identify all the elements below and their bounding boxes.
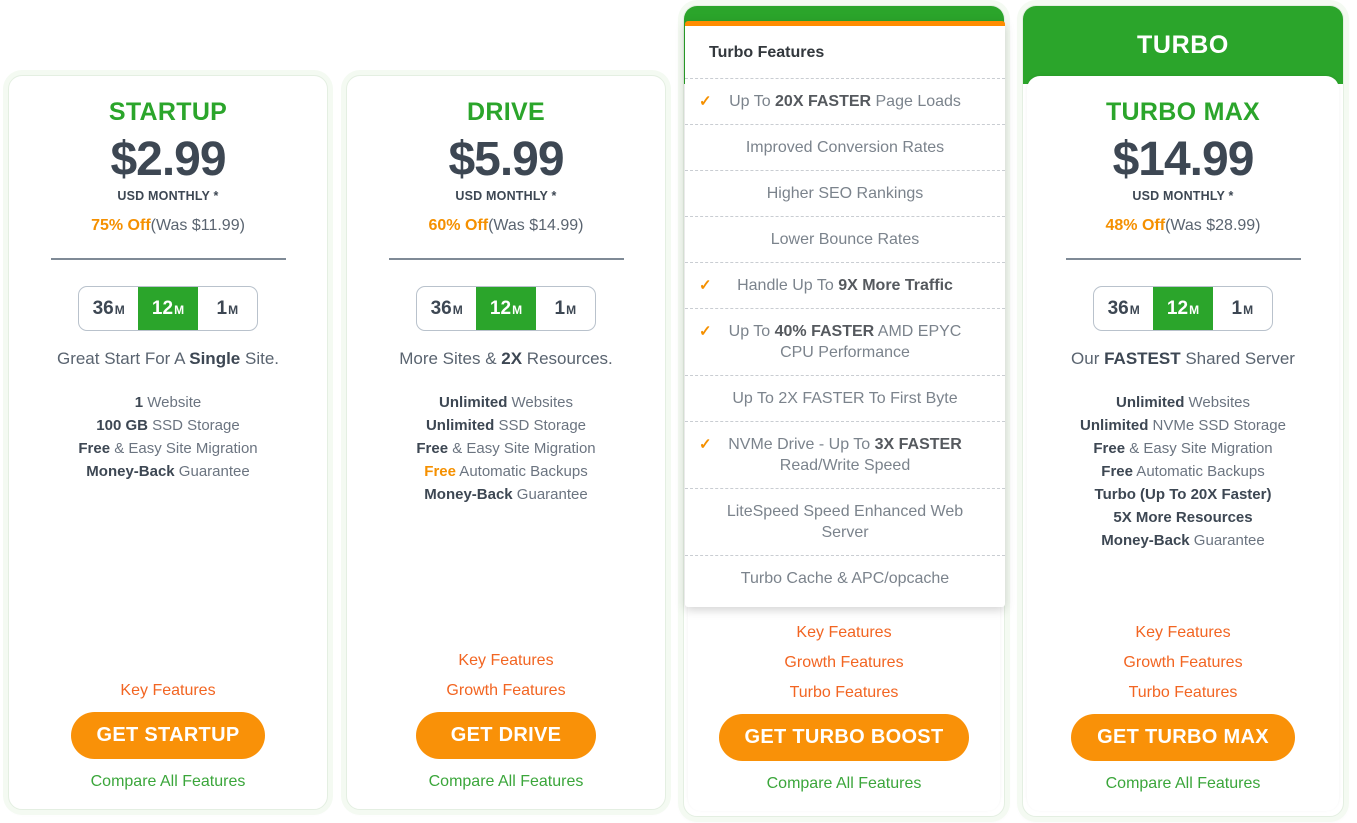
check-icon: ✓ bbox=[699, 277, 712, 294]
cta-button-startup[interactable]: GET STARTUP bbox=[70, 712, 266, 759]
plan-feature-item: 1 Website bbox=[134, 394, 202, 412]
term-toggle-drive[interactable]: 36 M 12 M 1 M bbox=[416, 286, 596, 332]
check-icon: ✓ bbox=[699, 323, 712, 340]
link-key-features-startup[interactable]: Key Features bbox=[9, 682, 327, 700]
tooltip-feature-item: Up To 2X FASTER To First Byte bbox=[685, 375, 1005, 421]
plan-divider-startup bbox=[50, 258, 286, 261]
term-option-12m-drive[interactable]: 12 M bbox=[476, 287, 536, 331]
tooltip-feature-item: ✓ Up To 20X FASTER Page Loads bbox=[685, 78, 1005, 124]
plan-feature-item: 100 GB SSD Storage bbox=[96, 417, 240, 435]
compare-all-features-turbo-max[interactable]: Compare All Features bbox=[1027, 775, 1339, 793]
plan-feature-item: Unlimited SSD Storage bbox=[425, 417, 587, 435]
cta-button-drive[interactable]: GET DRIVE bbox=[416, 712, 596, 759]
tooltip-title: Turbo Features bbox=[709, 44, 825, 61]
link-growth-features-drive[interactable]: Growth Features bbox=[347, 682, 665, 700]
link-growth-features-turbo-max[interactable]: Growth Features bbox=[1027, 654, 1339, 672]
plan-feature-item: Money-Back Guarantee bbox=[1101, 532, 1265, 550]
plan-price-unit-turbo-max: USD MONTHLY * bbox=[1132, 189, 1234, 204]
plan-discount-startup: 75% Off(Was $11.99) bbox=[91, 217, 245, 235]
plan-divider-drive bbox=[388, 258, 624, 261]
plan-ribbon-turbo-max: TURBO bbox=[1023, 6, 1343, 84]
plan-feature-list-turbo-max: Unlimited Websites Unlimited NVMe SSD Sto… bbox=[1039, 391, 1327, 552]
plan-feature-item: Money-Back Guarantee bbox=[424, 486, 588, 504]
tooltip-feature-item: LiteSpeed Speed Enhanced Web Server bbox=[685, 488, 1005, 555]
term-option-12m-startup[interactable]: 12 M bbox=[138, 287, 198, 331]
term-option-12m-turbo-max[interactable]: 12 M bbox=[1153, 287, 1213, 331]
plan-name-startup: STARTUP bbox=[108, 98, 228, 126]
plan-card-turbo-max: TURBO TURBO MAX $14.99 USD MONTHLY * 48% Off… bbox=[1022, 5, 1344, 817]
tooltip-feature-item: ✓ Up To 40% FASTER AMD EPYC CPU Performan… bbox=[685, 308, 1005, 375]
plan-feature-item: Turbo (Up To 20X Faster) bbox=[1094, 486, 1272, 504]
term-option-36m-turbo-max[interactable]: 36 M bbox=[1094, 287, 1153, 330]
check-icon: ✓ bbox=[699, 436, 712, 453]
plan-card-startup: STARTUP $2.99 USD MONTHLY * 75% Off(Was $11… bbox=[8, 75, 328, 810]
turbo-features-tooltip: Turbo Features ✓ Up To 20X FASTER Page Lo… bbox=[685, 21, 1005, 607]
plan-price-drive: $5.99 bbox=[448, 133, 564, 186]
cta-button-turbo-boost[interactable]: GET TURBO BOOST bbox=[718, 714, 970, 761]
plan-bottom-turbo-max: Key Features Growth Features Turbo Feature… bbox=[1027, 624, 1339, 793]
tooltip-feature-item: ✓ Handle Up To 9X More Traffic bbox=[685, 262, 1005, 308]
term-toggle-turbo-max[interactable]: 36 M 12 M 1 M bbox=[1093, 286, 1273, 332]
link-turbo-features-turbo-boost[interactable]: Turbo Features bbox=[688, 684, 1000, 702]
term-option-1m-drive[interactable]: 1M bbox=[536, 287, 595, 330]
term-option-1m-turbo-max[interactable]: 1M bbox=[1213, 287, 1272, 330]
compare-all-features-drive[interactable]: Compare All Features bbox=[347, 773, 665, 791]
compare-all-features-startup[interactable]: Compare All Features bbox=[9, 773, 327, 791]
term-toggle-startup[interactable]: 36 M 12 M 1 M bbox=[78, 286, 258, 332]
plan-feature-item: Free & Easy Site Migration bbox=[416, 440, 596, 458]
plan-bottom-turbo-boost: Key Features Growth Features Turbo Feature… bbox=[688, 624, 1000, 793]
plan-feature-item: Free & Easy Site Migration bbox=[1093, 440, 1273, 458]
plan-feature-item: Unlimited NVMe SSD Storage bbox=[1080, 417, 1286, 435]
check-icon: ✓ bbox=[699, 93, 712, 110]
plan-feature-list-drive: Unlimited Websites Unlimited SSD Storage F… bbox=[363, 391, 649, 506]
plan-tagline-startup: Great Start For A Single Site. bbox=[56, 349, 280, 369]
plan-feature-item: Free Automatic Backups bbox=[424, 463, 588, 481]
tooltip-feature-item: Lower Bounce Rates bbox=[685, 216, 1005, 262]
plan-bottom-startup: Key Features GET STARTUP Compare All Featu… bbox=[9, 682, 327, 791]
tooltip-feature-list: ✓ Up To 20X FASTER Page Loads Improved Con… bbox=[685, 78, 1005, 601]
plan-feature-list-startup: 1 Website 100 GB SSD Storage Free & Easy S… bbox=[25, 391, 311, 483]
plan-feature-item: Unlimited Websites bbox=[1116, 394, 1250, 412]
plan-feature-item: Free & Easy Site Migration bbox=[78, 440, 258, 458]
compare-all-features-turbo-boost[interactable]: Compare All Features bbox=[688, 775, 1000, 793]
link-key-features-turbo-max[interactable]: Key Features bbox=[1027, 624, 1339, 642]
plan-body-turbo-max: TURBO MAX $14.99 USD MONTHLY * 48% Off(Was … bbox=[1027, 76, 1339, 811]
plan-price-turbo-max: $14.99 bbox=[1112, 133, 1255, 186]
plan-tagline-turbo-max: Our FASTEST Shared Server bbox=[1071, 349, 1295, 369]
tooltip-feature-item: Turbo Cache & APC/opcache bbox=[685, 555, 1005, 601]
term-option-36m-startup[interactable]: 36 M bbox=[79, 287, 138, 330]
tooltip-feature-item: ✓ NVMe Drive - Up To 3X FASTER Read/Write… bbox=[685, 421, 1005, 488]
plan-name-turbo-max: TURBO MAX bbox=[1105, 98, 1261, 126]
plan-price-startup: $2.99 bbox=[110, 133, 226, 186]
link-growth-features-turbo-boost[interactable]: Growth Features bbox=[688, 654, 1000, 672]
plan-feature-item: 5X More Resources bbox=[1113, 509, 1253, 527]
pricing-plans-row: STARTUP $2.99 USD MONTHLY * 75% Off(Was $11… bbox=[0, 0, 1357, 823]
plan-bottom-drive: Key Features Growth Features GET DRIVE Comp… bbox=[347, 652, 665, 791]
plan-card-drive: DRIVE $5.99 USD MONTHLY * 60% Off(Was $14.9… bbox=[346, 75, 666, 810]
plan-feature-item: Free Automatic Backups bbox=[1101, 463, 1265, 481]
plan-feature-item: Money-Back Guarantee bbox=[86, 463, 250, 481]
link-turbo-features-turbo-max[interactable]: Turbo Features bbox=[1027, 684, 1339, 702]
link-key-features-drive[interactable]: Key Features bbox=[347, 652, 665, 670]
plan-price-unit-drive: USD MONTHLY * bbox=[455, 189, 557, 204]
tooltip-feature-item: Improved Conversion Rates bbox=[685, 124, 1005, 170]
plan-tagline-drive: More Sites & 2X Resources. bbox=[399, 349, 613, 369]
plan-discount-turbo-max: 48% Off(Was $28.99) bbox=[1105, 217, 1261, 235]
term-option-1m-startup[interactable]: 1M bbox=[198, 287, 257, 330]
plan-price-unit-startup: USD MONTHLY * bbox=[117, 189, 219, 204]
plan-divider-turbo-max bbox=[1065, 258, 1301, 261]
cta-button-turbo-max[interactable]: GET TURBO MAX bbox=[1071, 714, 1295, 761]
plan-name-drive: DRIVE bbox=[467, 98, 545, 126]
link-key-features-turbo-boost[interactable]: Key Features bbox=[688, 624, 1000, 642]
plan-feature-item: Unlimited Websites bbox=[439, 394, 573, 412]
term-option-36m-drive[interactable]: 36 M bbox=[417, 287, 476, 330]
plan-discount-drive: 60% Off(Was $14.99) bbox=[428, 217, 584, 235]
tooltip-feature-item: Higher SEO Rankings bbox=[685, 170, 1005, 216]
